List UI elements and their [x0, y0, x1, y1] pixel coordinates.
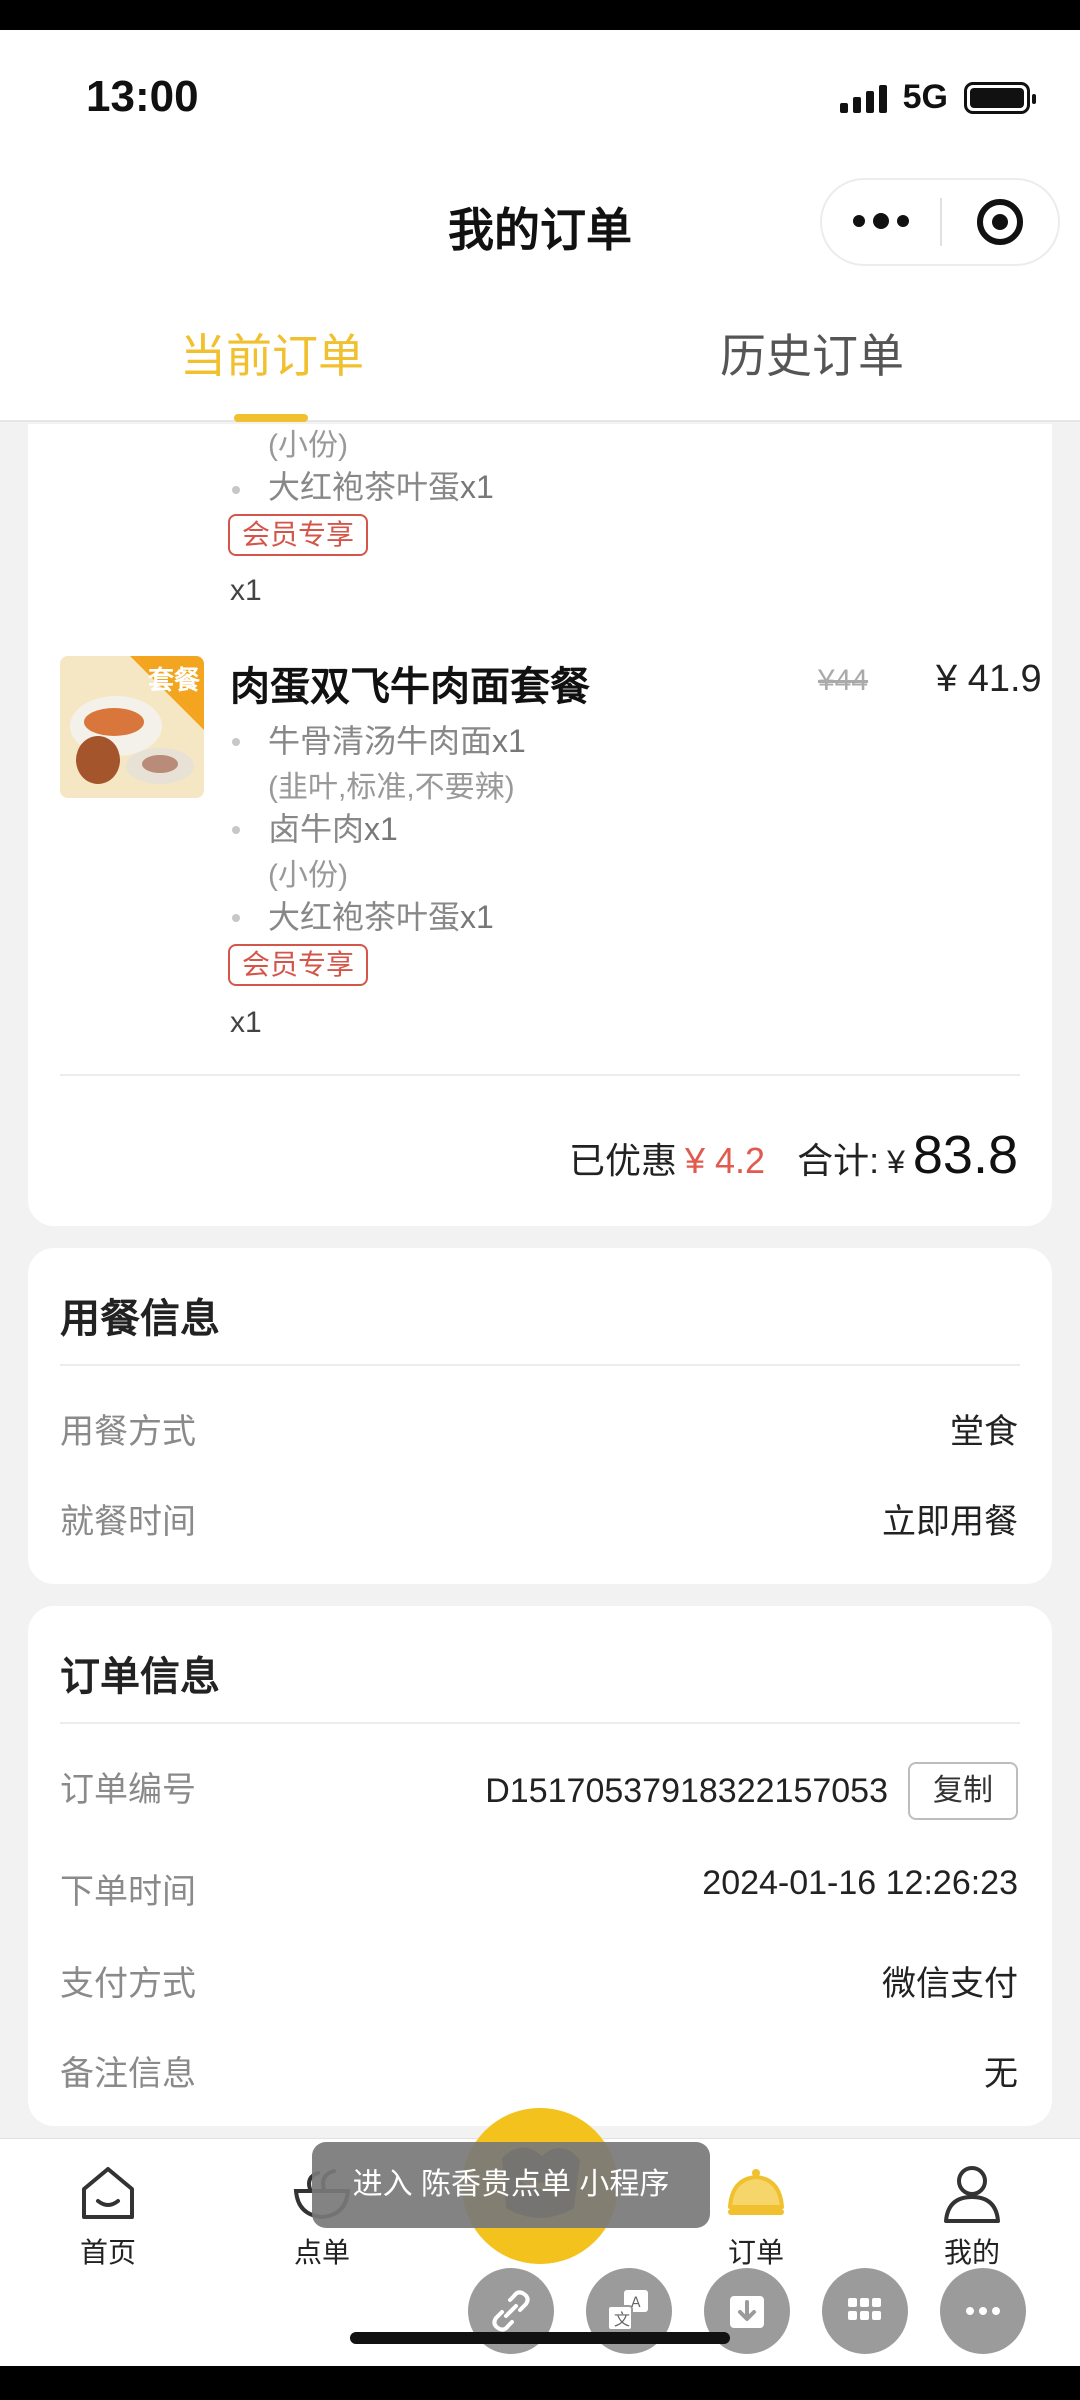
order-number-value: D15170537918322157053 — [485, 1772, 888, 1810]
svg-text:文: 文 — [614, 2310, 630, 2329]
enter-miniprogram-toast[interactable]: 进入 陈香贵点单 小程序 — [312, 2142, 710, 2228]
home-indicator[interactable] — [350, 2332, 730, 2344]
tab-home-label: 首页 — [79, 2237, 136, 2268]
dining-method-label: 用餐方式 — [60, 1413, 196, 1451]
dining-info-title: 用餐信息 — [60, 1297, 220, 1341]
dining-time-label: 就餐时间 — [60, 1503, 196, 1541]
sub-item: 牛骨清汤牛肉面x1 — [268, 723, 526, 759]
miniprogram-capsule — [820, 178, 1060, 266]
sub-item-option: (小份) — [268, 859, 348, 892]
divider — [60, 1074, 1020, 1076]
sub-item-option: (韭叶,标准,不要辣) — [268, 771, 515, 804]
signal-icon — [839, 83, 887, 113]
tab-current-orders[interactable]: 当前订单 — [180, 320, 364, 386]
divider — [60, 1722, 1020, 1724]
prev-sub-option: (小份) — [268, 429, 348, 462]
svg-text:A: A — [631, 2295, 641, 2311]
discount-label: 已优惠 — [568, 1140, 677, 1181]
order-time-value: 2024-01-16 12:26:23 — [702, 1864, 1018, 1902]
user-icon — [944, 2166, 1000, 2223]
tab-history-orders[interactable]: 历史订单 — [720, 320, 904, 386]
bullet — [232, 914, 240, 922]
payment-method-label: 支付方式 — [60, 1965, 196, 2003]
dining-info-card: 用餐信息 用餐方式 堂食 就餐时间 立即用餐 — [28, 1248, 1052, 1584]
bottom-black-bar — [0, 2366, 1080, 2400]
order-time-label: 下单时间 — [60, 1873, 196, 1911]
tab-home[interactable]: 首页 — [48, 2161, 168, 2271]
total-label: 合计: — [797, 1140, 880, 1181]
status-icons: 5G — [839, 78, 1036, 117]
tab-orders[interactable]: 订单 — [696, 2161, 816, 2271]
bullet — [232, 486, 240, 494]
prev-item-qty: x1 — [230, 574, 262, 607]
item-original-price: ¥44 — [818, 664, 869, 697]
tab-orders-label: 订单 — [727, 2237, 784, 2268]
tab-mine-label: 我的 — [943, 2237, 1000, 2268]
item-qty: x1 — [230, 1006, 262, 1039]
member-tag: 会员专享 — [228, 944, 369, 986]
order-items-card: (小份) 大红袍茶叶蛋x1 会员专享 x1 套餐 肉蛋双飞牛肉面套餐 ¥44 ¥… — [28, 424, 1052, 1226]
home-icon — [82, 2167, 134, 2219]
divider — [60, 1364, 1020, 1366]
apps-grid-icon[interactable] — [822, 2268, 908, 2354]
note-value: 无 — [984, 2055, 1018, 2093]
network-label: 5G — [902, 78, 948, 116]
total-currency: ¥ — [887, 1144, 905, 1180]
more-options-icon[interactable] — [940, 2268, 1026, 2354]
thumb-badge: 套餐 — [147, 665, 200, 695]
sub-item: 大红袍茶叶蛋x1 — [268, 899, 494, 935]
member-tag: 会员专享 — [228, 514, 369, 556]
copy-button[interactable]: 复制 — [908, 1762, 1018, 1820]
tab-menu-label: 点单 — [293, 2237, 350, 2268]
bullet — [232, 738, 240, 746]
order-info-title: 订单信息 — [60, 1655, 220, 1699]
item-thumbnail: 套餐 — [60, 656, 204, 798]
payment-method-value: 微信支付 — [882, 1965, 1018, 2003]
order-info-card: 订单信息 订单编号 D15170537918322157053 复制 下单时间 … — [28, 1606, 1052, 2126]
prev-sub-item: 大红袍茶叶蛋x1 — [268, 469, 494, 505]
tab-mine[interactable]: 我的 — [912, 2161, 1032, 2271]
more-icon[interactable] — [822, 213, 940, 229]
dining-method-value: 堂食 — [950, 1413, 1018, 1451]
total-amount: 83.8 — [912, 1125, 1018, 1185]
status-time: 13:00 — [86, 72, 199, 121]
order-number-label: 订单编号 — [60, 1771, 196, 1809]
orders-icon — [728, 2169, 784, 2215]
dining-time-value: 立即用餐 — [882, 1503, 1018, 1541]
item-name: 肉蛋双飞牛肉面套餐 — [230, 665, 590, 709]
bullet — [232, 826, 240, 834]
top-black-bar — [0, 0, 1080, 30]
close-miniprogram-icon[interactable] — [942, 199, 1058, 245]
sub-item: 卤牛肉x1 — [268, 811, 398, 847]
discount-amount: ¥ 4.2 — [685, 1140, 766, 1181]
note-label: 备注信息 — [60, 2055, 196, 2093]
order-summary: 已优惠 ¥ 4.2 合计: ¥ 83.8 — [569, 1124, 1018, 1186]
item-price: ¥ 41.9 — [936, 658, 1042, 700]
battery-icon — [964, 81, 1036, 114]
